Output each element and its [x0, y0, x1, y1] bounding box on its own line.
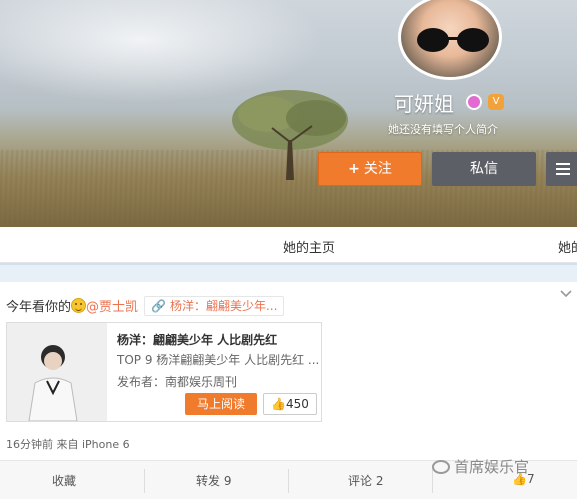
article-title: 杨洋：翩翩美少年 人比剧先红 [117, 333, 278, 347]
tab-home[interactable]: 她的主页 [283, 237, 335, 256]
vip-badge-icon[interactable]: V [488, 94, 504, 110]
follow-label: 关注 [363, 161, 392, 177]
article-link-chip[interactable]: 🔗 杨洋：翩翩美少年... [144, 296, 285, 316]
action-separator [288, 469, 289, 493]
article-card[interactable]: 杨洋：翩翩美少年 人比剧先红 TOP 9 杨洋翩翩美少年 人比剧先红 ... 发… [6, 322, 322, 422]
profile-cover: 可妍姐 V 她还没有填写个人简介 + 关注 私信 [0, 0, 577, 227]
follow-button[interactable]: + 关注 [318, 152, 422, 186]
watermark: 首席娱乐官 [432, 456, 529, 477]
profile-bio: 她还没有填写个人简介 [388, 123, 498, 136]
publisher-name: 南都娱乐周刊 [165, 375, 238, 389]
profile-tabs: 她的主页 她的 [0, 227, 577, 263]
person-photo-image [7, 323, 107, 421]
menu-icon-line [556, 173, 570, 175]
menu-icon [556, 163, 570, 165]
link-icon: 🔗 [151, 299, 166, 313]
repost-button[interactable]: 转发 9 [196, 472, 231, 489]
plus-icon: + [348, 161, 360, 177]
post-meta: 16分钟前 来自 iPhone 6 [6, 438, 130, 451]
tab-other[interactable]: 她的 [558, 237, 577, 256]
action-separator [144, 469, 145, 493]
post-text: 今年看你的 @贾士凯 🔗 杨洋：翩翩美少年... [6, 296, 285, 316]
mention-link[interactable]: @贾士凯 [86, 300, 138, 315]
article-like-button[interactable]: 👍450 [263, 393, 317, 415]
article-thumbnail [7, 323, 107, 421]
chevron-down-icon[interactable] [560, 288, 572, 300]
smiley-icon [71, 298, 87, 313]
read-now-button[interactable]: 马上阅读 [185, 393, 257, 415]
gender-female-icon [466, 94, 482, 110]
watermark-text: 首席娱乐官 [454, 458, 530, 476]
menu-button[interactable] [546, 152, 577, 186]
link-chip-text: 杨洋：翩翩美少年... [169, 299, 278, 313]
article-publisher: 发布者：南都娱乐周刊 [117, 373, 237, 390]
divider-strip [0, 263, 577, 282]
favorite-button[interactable]: 收藏 [52, 472, 76, 489]
wechat-icon [432, 460, 450, 474]
article-desc: TOP 9 杨洋翩翩美少年 人比剧先红 ... [117, 353, 320, 367]
comment-button[interactable]: 评论 2 [348, 472, 383, 489]
profile-nickname: 可妍姐 [394, 92, 454, 116]
publisher-label: 发布者： [117, 375, 166, 389]
thumbs-up-icon: 👍 [271, 397, 287, 411]
post-text-prefix: 今年看你的 [6, 300, 72, 315]
menu-icon-line [556, 168, 570, 170]
article-like-count: 450 [286, 397, 309, 411]
message-button[interactable]: 私信 [432, 152, 536, 186]
sunglasses-icon [417, 28, 489, 52]
